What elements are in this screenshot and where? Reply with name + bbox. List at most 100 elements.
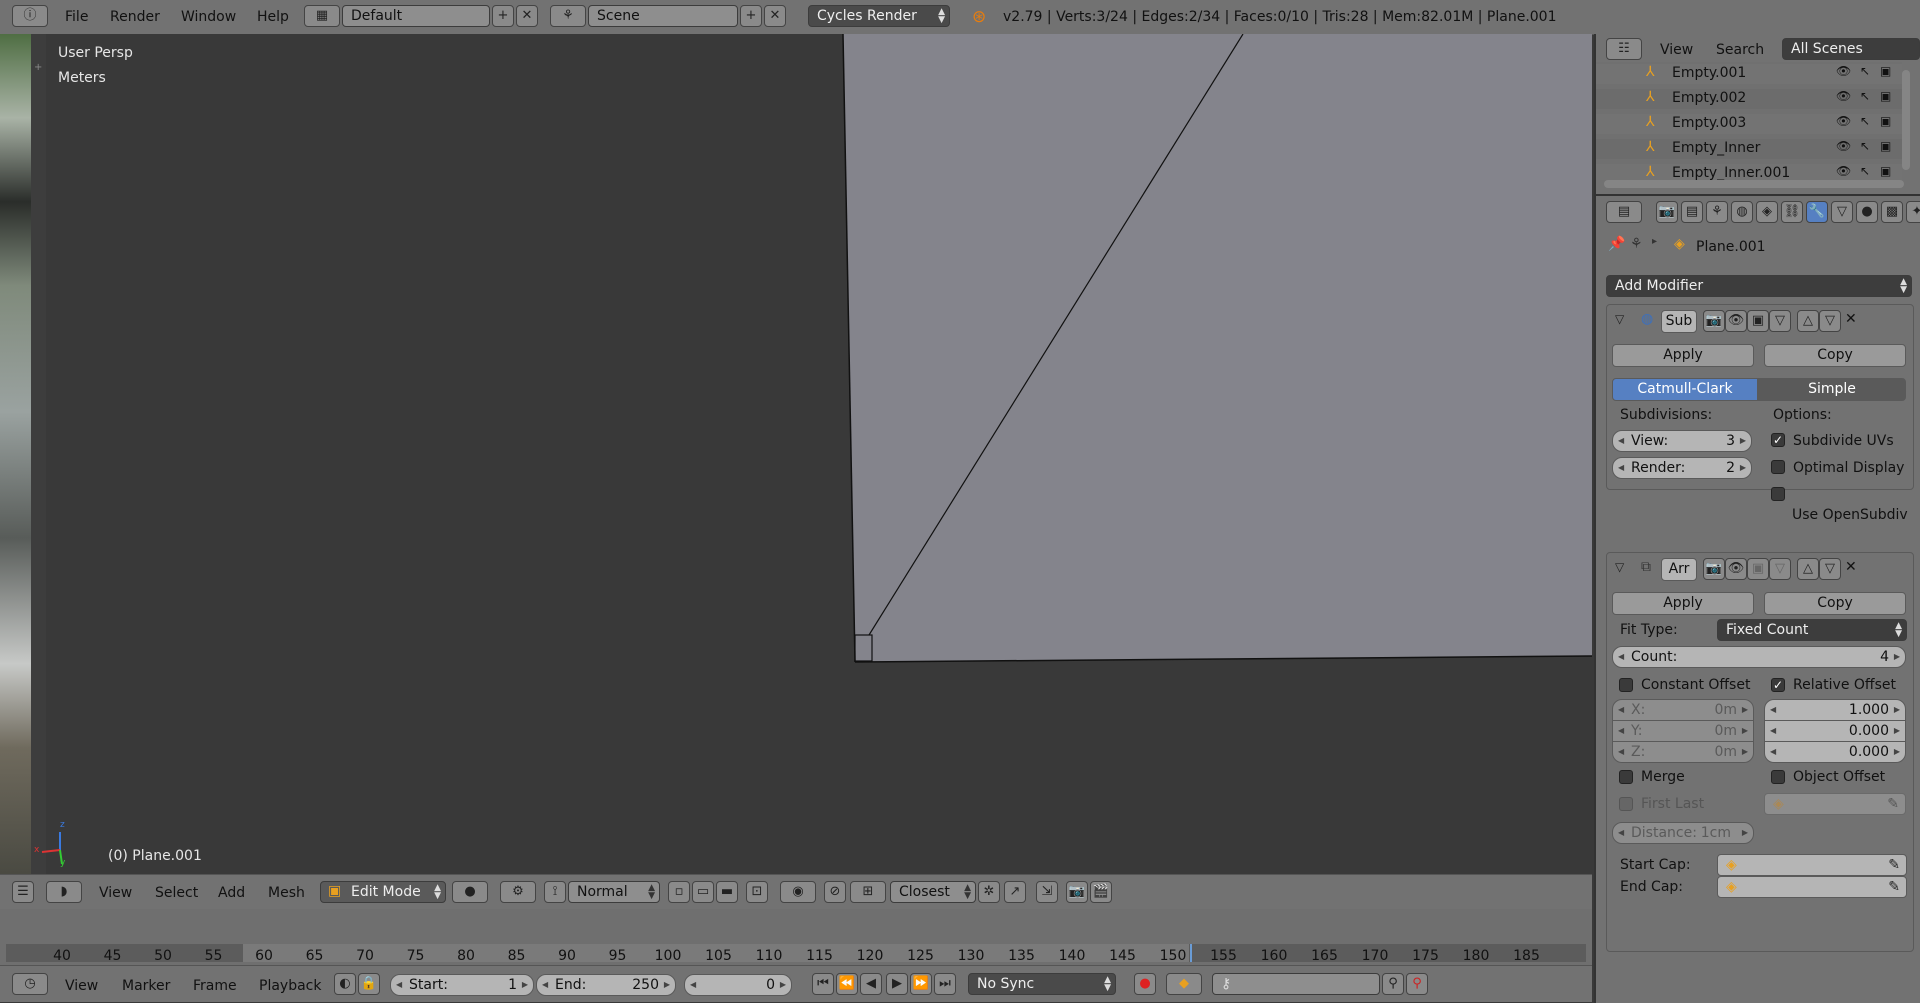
- physics-tab-icon[interactable]: ✦: [1906, 201, 1920, 223]
- keying-set-icon[interactable]: ◆: [1166, 973, 1202, 995]
- collapse-subsurf-icon[interactable]: ▽: [1615, 312, 1624, 326]
- array-count-field[interactable]: ◀ Count: 4 ▶: [1612, 646, 1906, 668]
- array-apply-button[interactable]: Apply: [1612, 592, 1754, 615]
- outliner-row[interactable]: ⅄ Empty.003 👁 ↖ ▣: [1596, 114, 1902, 134]
- selectable-cursor-icon[interactable]: ↖: [1860, 114, 1870, 128]
- subsurf-cage-toggle-icon[interactable]: ▽: [1769, 310, 1791, 332]
- outliner-scrollbar[interactable]: [1902, 70, 1910, 170]
- limit-selection-icon[interactable]: ⊡: [746, 881, 768, 903]
- insert-keyframe-icon[interactable]: ⚲: [1382, 973, 1404, 995]
- subsurf-move-up-icon[interactable]: △: [1797, 310, 1819, 332]
- play-reverse-icon[interactable]: ◀: [860, 973, 882, 995]
- proportional-edit-icon[interactable]: ◉: [780, 881, 816, 903]
- array-editmode-toggle-icon[interactable]: ▣: [1747, 558, 1769, 580]
- visibility-eye-icon[interactable]: 👁: [1836, 139, 1851, 153]
- timeline-area[interactable]: [0, 909, 1592, 965]
- array-render-toggle-icon[interactable]: 📷: [1703, 558, 1725, 580]
- outliner-row[interactable]: ⅄ Empty_Inner.001 👁 ↖ ▣: [1596, 164, 1902, 180]
- vertex-select-mode-icon[interactable]: ▫: [668, 881, 690, 903]
- opengl-render-icon[interactable]: 📷: [1066, 881, 1088, 903]
- jump-keyframe-back-icon[interactable]: ⏪: [836, 973, 858, 995]
- current-frame-field[interactable]: ◀ 0 ▶: [684, 974, 792, 996]
- optimal-display-checkbox[interactable]: [1771, 460, 1785, 474]
- view-shading-icon[interactable]: ◗: [46, 881, 82, 903]
- jump-end-icon[interactable]: ⏭: [934, 973, 956, 995]
- render-engine-select[interactable]: Cycles Render ▲ ▼: [808, 5, 950, 27]
- object-tab-icon[interactable]: ◈: [1756, 201, 1778, 223]
- selectable-cursor-icon[interactable]: ↖: [1860, 164, 1870, 178]
- world-tab-icon[interactable]: ◍: [1731, 201, 1753, 223]
- snap-toggle-icon[interactable]: ⊘: [824, 881, 846, 903]
- collapse-array-icon[interactable]: ▽: [1615, 560, 1624, 574]
- selectable-cursor-icon[interactable]: ↖: [1860, 89, 1870, 103]
- renderable-camera-icon[interactable]: ▣: [1880, 164, 1891, 178]
- catmull-clark-button[interactable]: Catmull-Clark: [1612, 378, 1758, 401]
- array-move-up-icon[interactable]: △: [1797, 558, 1819, 580]
- menu-file[interactable]: File: [65, 9, 88, 25]
- outliner-row[interactable]: ⅄ Empty_Inner 👁 ↖ ▣: [1596, 139, 1902, 159]
- play-icon[interactable]: ▶: [886, 973, 908, 995]
- renderable-camera-icon[interactable]: ▣: [1880, 139, 1891, 153]
- outliner-row[interactable]: ⅄ Empty.002 👁 ↖ ▣: [1596, 89, 1902, 109]
- menu-timeline-view[interactable]: View: [65, 978, 98, 994]
- remove-scene-button[interactable]: ✕: [764, 5, 786, 27]
- snap-element-icon[interactable]: ⊞: [850, 881, 886, 903]
- array-remove-icon[interactable]: ✕: [1845, 559, 1857, 575]
- renderable-camera-icon[interactable]: ▣: [1880, 114, 1891, 128]
- array-cage-toggle-icon[interactable]: ▽: [1769, 558, 1791, 580]
- end-cap-eyedropper-icon[interactable]: ✎: [1888, 877, 1900, 897]
- constant-offset-checkbox[interactable]: [1619, 678, 1633, 692]
- menu-select[interactable]: Select: [155, 885, 198, 901]
- subsurf-editmode-toggle-icon[interactable]: ▣: [1747, 310, 1769, 332]
- viewport-3d[interactable]: + + User Persp Meters z x y (0) Plane.00…: [0, 34, 1592, 874]
- subsurf-realtime-toggle-icon[interactable]: 👁: [1725, 310, 1747, 332]
- simple-button[interactable]: Simple: [1758, 378, 1906, 401]
- subdiv-render-field[interactable]: ◀ Render: 2 ▶: [1612, 457, 1752, 479]
- menu-help[interactable]: Help: [257, 9, 289, 25]
- screen-layout-icon[interactable]: ▦: [304, 5, 340, 27]
- subsurf-remove-icon[interactable]: ✕: [1845, 311, 1857, 327]
- start-cap-field[interactable]: ◈ ✎: [1717, 854, 1907, 876]
- modifiers-tab-icon[interactable]: 🔧: [1806, 201, 1828, 223]
- renderable-camera-icon[interactable]: ▣: [1880, 64, 1891, 78]
- use-preview-range-icon[interactable]: ◐: [334, 973, 356, 995]
- snap-project-icon[interactable]: ↗: [1004, 881, 1026, 903]
- snap-target-select[interactable]: Closest ▲ ▼: [890, 881, 976, 903]
- manipulator-toggle-icon[interactable]: ⟟: [544, 881, 566, 903]
- timeline-current-frame-line[interactable]: [1190, 944, 1192, 962]
- constant-x-field[interactable]: ◀ X: 0m ▶: [1612, 699, 1754, 721]
- snap-align-icon[interactable]: ✲: [978, 881, 1000, 903]
- constraints-tab-icon[interactable]: ⛓: [1781, 201, 1803, 223]
- merge-checkbox[interactable]: [1619, 770, 1633, 784]
- subdivide-uvs-checkbox[interactable]: ✓: [1771, 433, 1785, 447]
- array-move-down-icon[interactable]: ▽: [1819, 558, 1841, 580]
- editor-type-timeline-button[interactable]: ◷: [12, 973, 48, 995]
- render-layers-tab-icon[interactable]: ▤: [1681, 201, 1703, 223]
- record-icon[interactable]: ●: [1134, 973, 1156, 995]
- snap-self-icon[interactable]: ⇲: [1036, 881, 1058, 903]
- outliner-display-mode-select[interactable]: All Scenes: [1782, 38, 1920, 60]
- constant-y-field[interactable]: ◀ Y: 0m ▶: [1612, 720, 1754, 742]
- relative-x-field[interactable]: ◀ 1.000 ▶: [1764, 699, 1906, 721]
- subsurf-apply-button[interactable]: Apply: [1612, 344, 1754, 367]
- selectable-cursor-icon[interactable]: ↖: [1860, 64, 1870, 78]
- active-keying-set-field[interactable]: ⚷: [1212, 973, 1380, 995]
- editor-type-properties-button[interactable]: ▤: [1606, 201, 1642, 223]
- texture-tab-icon[interactable]: ▩: [1881, 201, 1903, 223]
- menu-marker[interactable]: Marker: [122, 978, 170, 994]
- outliner-menu-view[interactable]: View: [1660, 42, 1693, 58]
- material-tab-icon[interactable]: ●: [1856, 201, 1878, 223]
- offset-object-field[interactable]: ◈ ✎: [1764, 793, 1906, 815]
- use-opensubdiv-checkbox[interactable]: [1771, 487, 1785, 501]
- array-realtime-toggle-icon[interactable]: 👁: [1725, 558, 1747, 580]
- merge-distance-field[interactable]: ◀ Distance: 1cm ▶: [1612, 822, 1754, 844]
- pin-icon[interactable]: 📌: [1608, 236, 1625, 252]
- scene-icon[interactable]: ⚘: [550, 5, 586, 27]
- outliner[interactable]: ☷ View Search All Scenes ⅄ Empty.001 👁 ↖ ▣ ⅄ E…: [1594, 34, 1920, 194]
- subdiv-view-field[interactable]: ◀ View: 3 ▶: [1612, 430, 1752, 452]
- start-cap-eyedropper-icon[interactable]: ✎: [1888, 855, 1900, 875]
- visibility-eye-icon[interactable]: 👁: [1836, 89, 1851, 103]
- jump-keyframe-forward-icon[interactable]: ⏩: [910, 973, 932, 995]
- remove-layout-button[interactable]: ✕: [516, 5, 538, 27]
- visibility-eye-icon[interactable]: 👁: [1836, 164, 1851, 178]
